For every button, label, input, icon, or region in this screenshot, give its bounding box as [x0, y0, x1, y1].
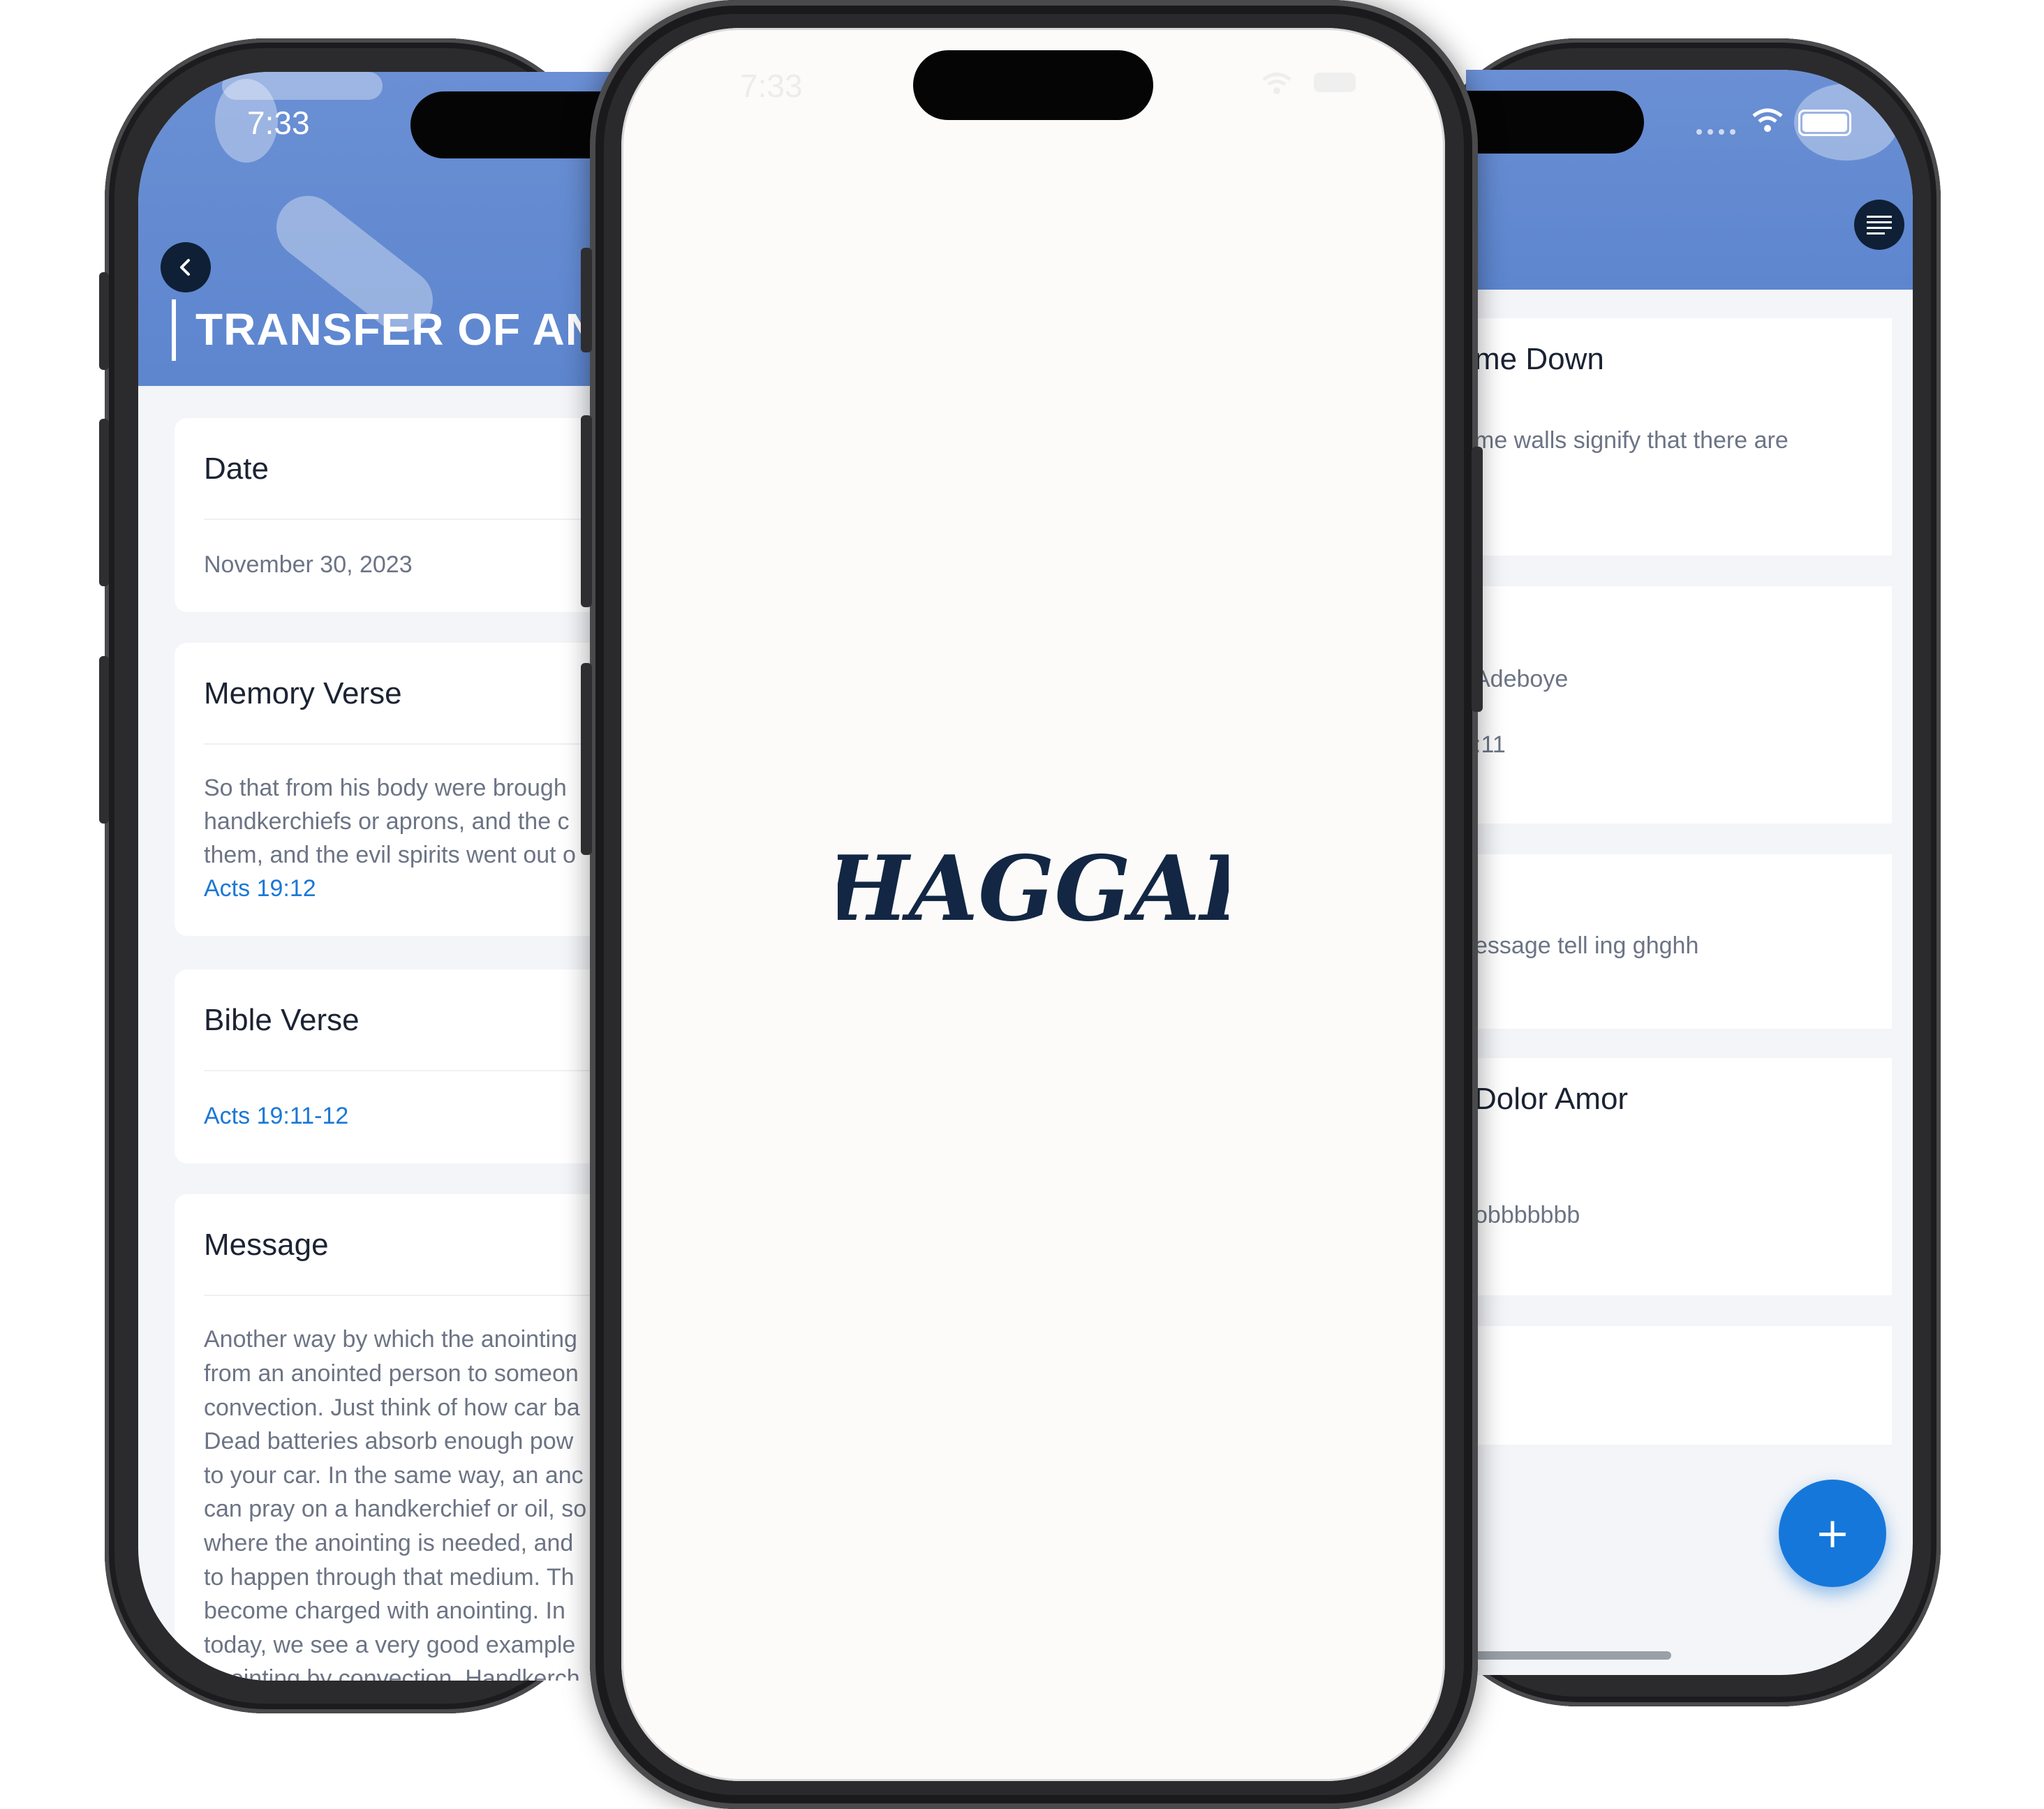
haggai-logo: HAGGAI — [838, 838, 1229, 941]
item-text: essage tell ing ghghh — [1474, 932, 1699, 959]
battery-icon — [1798, 110, 1851, 136]
center-phone-power-button — [1472, 447, 1483, 712]
item-title: Dolor Amor — [1474, 1082, 1629, 1116]
message-line: Dead batteries absorb enough pow — [204, 1428, 574, 1454]
card-body-line: So that from his body were brough — [204, 775, 567, 801]
home-indicator — [1466, 1651, 1671, 1660]
message-line: to happen through that medium. Th — [204, 1564, 575, 1591]
message-line: anointing by convection. Handkerch — [204, 1665, 580, 1681]
signal-dots-icon — [1696, 124, 1738, 135]
message-line: convection. Just think of how car ba — [204, 1394, 580, 1421]
item-title: me Down — [1474, 342, 1604, 376]
item-text: Adeboye — [1474, 666, 1569, 692]
center-phone-action-button — [581, 248, 592, 352]
battery-icon — [1314, 73, 1356, 92]
message-card: Message Another way by which the anointi… — [175, 1194, 620, 1681]
card-body-line: handkerchiefs or aprons, and the c — [204, 808, 570, 835]
list-icon — [1867, 216, 1892, 234]
dynamic-island — [1466, 91, 1644, 154]
item-text: obbbbbbb — [1474, 1202, 1580, 1228]
logo-text: HAGGAI — [838, 838, 1229, 941]
memory-verse-card: Memory Verse So that from his body were … — [175, 643, 620, 936]
back-button[interactable] — [161, 242, 211, 292]
divider — [204, 1070, 620, 1071]
card-heading: Message — [204, 1228, 329, 1262]
card-body-line: them, and the evil spirits went out o — [204, 842, 576, 868]
verse-link[interactable]: Acts 19:12 — [204, 872, 620, 906]
list-item[interactable]: essage tell ing ghghh — [1466, 854, 1892, 1029]
list-item[interactable]: me Down me walls signify that there are — [1466, 318, 1892, 556]
card-heading: Memory Verse — [204, 676, 402, 710]
card-heading: Date — [204, 452, 269, 486]
dynamic-island — [410, 91, 620, 158]
left-phone-volume-up — [99, 419, 109, 586]
center-phone-volume-down — [581, 663, 592, 855]
right-screen: me Down me walls signify that there are … — [1466, 70, 1913, 1675]
status-time: 7:33 — [247, 105, 310, 141]
item-text: me walls signify that there are — [1474, 427, 1789, 454]
bible-verse-card: Bible Verse Acts 19:11-12 — [175, 969, 620, 1163]
list-item[interactable]: Dolor Amor obbbbbbb — [1466, 1058, 1892, 1295]
center-phone-volume-up — [581, 415, 592, 607]
status-time: 7:33 — [740, 68, 803, 104]
divider — [204, 1295, 620, 1296]
item-text: :11 — [1474, 731, 1506, 758]
card-body-line: November 30, 2023 — [204, 551, 413, 578]
message-line: today, we see a very good example — [204, 1632, 576, 1658]
divider — [204, 743, 620, 745]
wifi-icon — [1261, 71, 1293, 98]
page-title: TRANSFER OF ANC — [195, 304, 620, 355]
left-phone-side-button — [99, 272, 109, 370]
date-card: Date November 30, 2023 — [175, 418, 620, 612]
list-item[interactable]: Adeboye :11 — [1466, 586, 1892, 824]
message-line: to your car. In the same way, an anc — [204, 1462, 584, 1489]
message-line: can pray on a handkerchief or oil, so — [204, 1496, 587, 1522]
add-button[interactable]: + — [1779, 1480, 1886, 1587]
menu-button[interactable] — [1854, 200, 1904, 250]
title-accent-bar — [172, 299, 176, 361]
left-screen: 7:33 TRANSFER OF ANC Date November 30, 2… — [138, 72, 620, 1681]
left-phone-volume-down — [99, 656, 109, 824]
chevron-left-icon — [180, 259, 190, 276]
message-line: from an anointed person to someon — [204, 1360, 579, 1387]
message-line: where the anointing is needed, and — [204, 1530, 574, 1556]
message-line: become charged with anointing. In — [204, 1598, 565, 1624]
message-line: Another way by which the anointing — [204, 1326, 577, 1353]
dynamic-island — [913, 50, 1153, 120]
plus-icon: + — [1814, 1509, 1851, 1558]
divider — [204, 519, 620, 520]
verse-link[interactable]: Acts 19:11-12 — [204, 1099, 620, 1133]
card-heading: Bible Verse — [204, 1003, 360, 1037]
wifi-icon — [1751, 107, 1784, 137]
list-item[interactable] — [1466, 1326, 1892, 1445]
